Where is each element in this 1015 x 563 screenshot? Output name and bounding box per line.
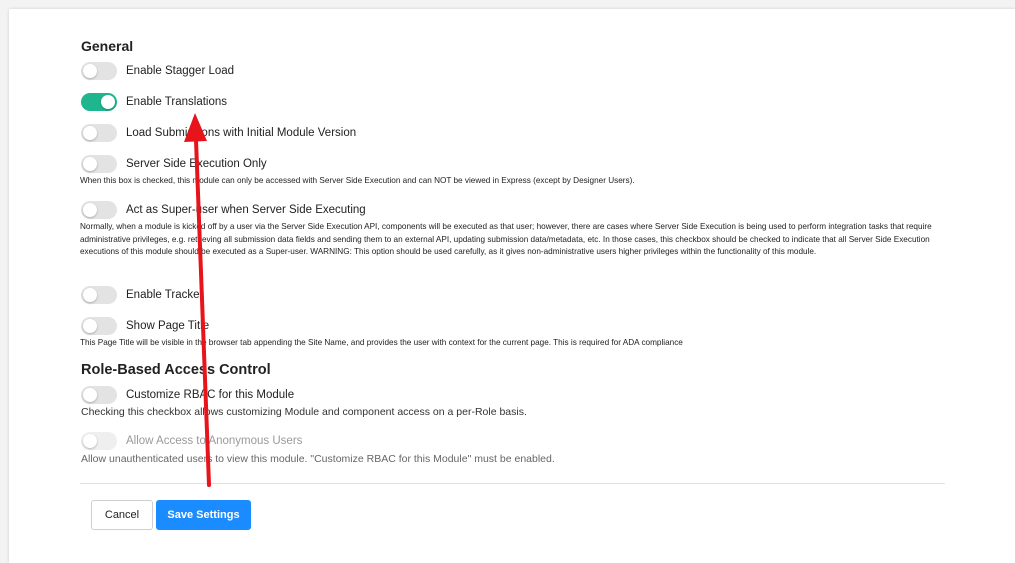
footer-divider [80, 483, 945, 484]
toggle-knob [83, 203, 97, 217]
super-user-help: Normally, when a module is kicked off by… [80, 222, 932, 256]
toggle-knob [83, 126, 97, 140]
translations-toggle[interactable] [81, 93, 117, 111]
toggle-knob [83, 388, 97, 402]
toggle-knob [83, 319, 97, 333]
super-user-label: Act as Super-user when Server Side Execu… [126, 204, 366, 216]
tracker-label: Enable Tracker [126, 289, 204, 301]
stagger-load-label: Enable Stagger Load [126, 65, 235, 77]
server-side-only-toggle[interactable] [81, 155, 117, 173]
toggle-knob [101, 95, 115, 109]
customize-rbac-label: Customize RBAC for this Module [126, 389, 295, 401]
stagger-load-toggle[interactable] [81, 62, 117, 80]
general-heading: General [81, 38, 134, 54]
cancel-button[interactable]: Cancel [91, 500, 153, 530]
toggle-knob [83, 157, 97, 171]
toggle-knob [83, 64, 97, 78]
anonymous-access-label: Allow Access to Anonymous Users [126, 435, 303, 447]
customize-rbac-toggle[interactable] [81, 386, 117, 404]
rbac-heading: Role-Based Access Control [81, 362, 271, 378]
toggle-knob [83, 434, 97, 448]
save-settings-button[interactable]: Save Settings [156, 500, 251, 530]
translations-label: Enable Translations [126, 96, 228, 108]
page-title-help: This Page Title will be visible in the b… [80, 338, 683, 347]
tracker-toggle[interactable] [81, 286, 117, 304]
settings-panel [9, 9, 1015, 563]
server-side-only-help: When this box is checked, this module ca… [80, 176, 635, 185]
initial-version-label: Load Submissions with Initial Module Ver… [126, 127, 357, 139]
toggle-knob [83, 288, 97, 302]
page-title-toggle[interactable] [81, 317, 117, 335]
customize-rbac-help: Checking this checkbox allows customizin… [81, 406, 527, 418]
anonymous-access-toggle[interactable] [81, 432, 117, 450]
initial-version-toggle[interactable] [81, 124, 117, 142]
super-user-toggle[interactable] [81, 201, 117, 219]
server-side-only-label: Server Side Execution Only [126, 158, 267, 170]
page-title-label: Show Page Title [126, 320, 210, 332]
anonymous-access-help: Allow unauthenticated users to view this… [81, 453, 555, 465]
